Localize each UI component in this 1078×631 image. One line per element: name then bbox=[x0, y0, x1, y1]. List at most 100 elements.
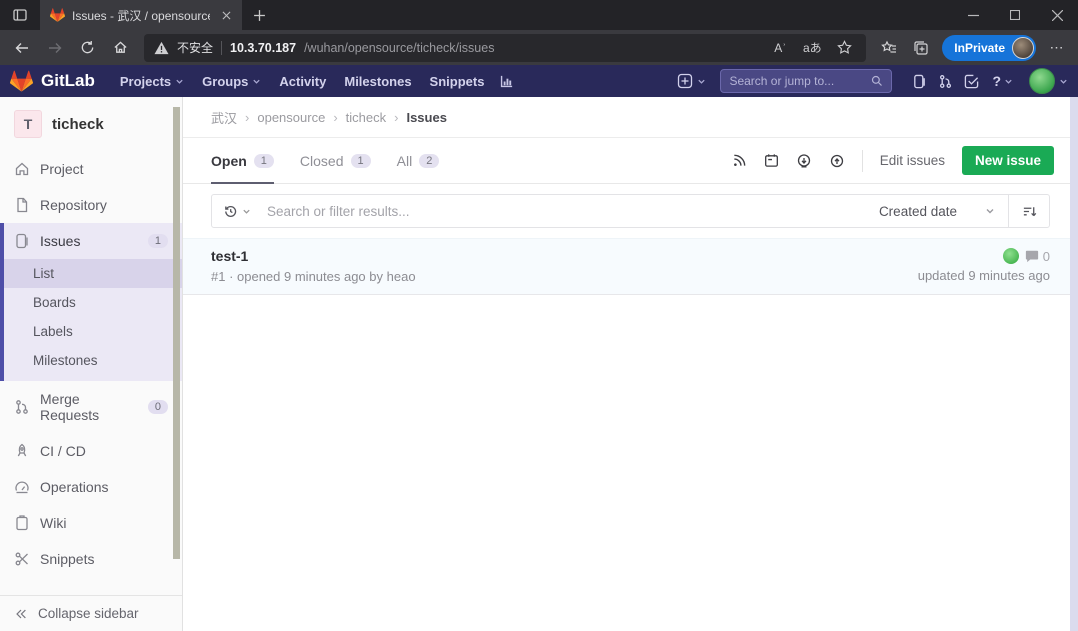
chart-icon[interactable] bbox=[499, 74, 514, 89]
sidebar-subitem-labels[interactable]: Labels bbox=[4, 317, 182, 346]
add-favorite-star-icon[interactable] bbox=[832, 36, 856, 60]
sidebar-scrollbar[interactable] bbox=[173, 107, 180, 559]
issues-count-badge: 1 bbox=[148, 234, 168, 248]
sidebar-item-project[interactable]: Project bbox=[0, 151, 182, 187]
window-controls bbox=[952, 0, 1078, 30]
sort-controls: Created date bbox=[866, 195, 1049, 227]
navbar-merge-requests-icon[interactable] bbox=[932, 68, 958, 94]
tab-closed[interactable]: Closed 1 bbox=[300, 138, 371, 183]
address-bar[interactable]: 不安全 10.3.70.187 /wuhan/opensource/tichec… bbox=[144, 34, 866, 62]
export-issues-icon[interactable] bbox=[829, 153, 845, 169]
gauge-icon bbox=[14, 479, 30, 495]
sidebar-item-operations[interactable]: Operations bbox=[0, 469, 182, 505]
nav-milestones[interactable]: Milestones bbox=[335, 65, 420, 97]
breadcrumb-subgroup[interactable]: opensource bbox=[257, 110, 325, 125]
url-divider bbox=[221, 41, 222, 55]
collapse-sidebar-button[interactable]: Collapse sidebar bbox=[0, 595, 182, 631]
global-search-input[interactable] bbox=[729, 74, 871, 88]
nav-milestones-label: Milestones bbox=[344, 74, 411, 89]
tab-open-count: 1 bbox=[254, 154, 274, 168]
new-tab-icon[interactable] bbox=[242, 0, 276, 30]
home-icon[interactable] bbox=[105, 33, 136, 62]
back-icon[interactable] bbox=[6, 33, 37, 62]
navbar-issues-icon[interactable] bbox=[906, 68, 932, 94]
read-aloud-icon[interactable]: Aʾ bbox=[768, 36, 792, 60]
screen: Issues - 武汉 / opensource / tich 不安全 10.3… bbox=[0, 0, 1078, 631]
tab-title: Issues - 武汉 / opensource / tich bbox=[72, 7, 210, 24]
sidebar-subitem-list[interactable]: List bbox=[4, 259, 182, 288]
global-search[interactable] bbox=[720, 69, 892, 93]
browser-toolbar: 不安全 10.3.70.187 /wuhan/opensource/tichec… bbox=[0, 30, 1078, 65]
url-path: /wuhan/opensource/ticheck/issues bbox=[304, 41, 760, 55]
new-menu-button[interactable] bbox=[677, 73, 706, 89]
rocket-icon bbox=[14, 443, 30, 459]
close-window-icon[interactable] bbox=[1036, 0, 1078, 30]
sort-dropdown[interactable]: Created date bbox=[866, 195, 1008, 227]
sidebar-subitem-milestones[interactable]: Milestones bbox=[4, 346, 182, 375]
translate-icon[interactable]: aあ bbox=[800, 36, 824, 60]
breadcrumb-group[interactable]: 武汉 bbox=[211, 108, 237, 127]
page-scrollbar[interactable] bbox=[1070, 97, 1078, 631]
sidebar-item-repository[interactable]: Repository bbox=[0, 187, 182, 223]
tab-all[interactable]: All 2 bbox=[397, 138, 440, 183]
calendar-icon[interactable] bbox=[764, 153, 779, 168]
browser-menu-icon[interactable]: ⋯ bbox=[1042, 33, 1072, 62]
maximize-icon[interactable] bbox=[994, 0, 1036, 30]
recent-searches-button[interactable] bbox=[212, 204, 259, 219]
tab-closed-label: Closed bbox=[300, 153, 344, 169]
issue-list-item[interactable]: test-1 #1 · opened 9 minutes ago by heao… bbox=[183, 238, 1078, 295]
mr-count-badge: 0 bbox=[148, 400, 168, 414]
breadcrumb-current: Issues bbox=[406, 110, 446, 125]
favorites-icon[interactable] bbox=[874, 33, 904, 62]
minimize-icon[interactable] bbox=[952, 0, 994, 30]
nav-projects[interactable]: Projects bbox=[111, 65, 193, 97]
collapse-sidebar-label: Collapse sidebar bbox=[38, 606, 139, 621]
user-menu[interactable] bbox=[1029, 68, 1068, 94]
sidebar-subitem-boards[interactable]: Boards bbox=[4, 288, 182, 317]
new-issue-button[interactable]: New issue bbox=[962, 146, 1054, 175]
sidebar-item-wiki[interactable]: Wiki bbox=[0, 505, 182, 541]
nav-activity-label: Activity bbox=[279, 74, 326, 89]
breadcrumb-project[interactable]: ticheck bbox=[346, 110, 386, 125]
browser-tab[interactable]: Issues - 武汉 / opensource / tich bbox=[40, 0, 242, 30]
issue-meta: #1 · opened 9 minutes ago by bbox=[211, 269, 383, 284]
refresh-icon[interactable] bbox=[72, 33, 103, 62]
toolbar-divider bbox=[862, 150, 863, 172]
import-issues-icon[interactable] bbox=[796, 153, 812, 169]
sidebar-item-issues[interactable]: Issues 1 bbox=[4, 223, 182, 259]
collections-icon[interactable] bbox=[906, 33, 936, 62]
nav-groups[interactable]: Groups bbox=[193, 65, 270, 97]
issues-icon bbox=[14, 233, 30, 249]
filter-search-input[interactable] bbox=[259, 204, 866, 219]
sidebar-item-snippets[interactable]: Snippets bbox=[0, 541, 182, 577]
tab-close-icon[interactable] bbox=[217, 6, 235, 24]
sidebar-item-label: Operations bbox=[40, 479, 108, 495]
assignee-avatar[interactable] bbox=[1003, 248, 1019, 264]
help-menu[interactable]: ? bbox=[992, 73, 1013, 89]
issue-comments[interactable]: 0 bbox=[1025, 249, 1050, 264]
inprivate-badge[interactable]: InPrivate bbox=[942, 35, 1036, 61]
issue-title[interactable]: test-1 bbox=[211, 248, 918, 264]
sidebar-item-merge-requests[interactable]: Merge Requests 0 bbox=[0, 381, 182, 433]
security-warning-icon[interactable] bbox=[154, 41, 169, 55]
nav-snippets[interactable]: Snippets bbox=[421, 65, 494, 97]
project-context[interactable]: T ticheck bbox=[0, 97, 182, 151]
tab-closed-count: 1 bbox=[351, 154, 371, 168]
nav-activity[interactable]: Activity bbox=[270, 65, 335, 97]
navbar-todos-icon[interactable] bbox=[958, 68, 984, 94]
issues-state-tabs: Open 1 Closed 1 All 2 bbox=[183, 138, 1078, 184]
tab-open[interactable]: Open 1 bbox=[211, 138, 274, 183]
tab-open-label: Open bbox=[211, 153, 247, 169]
tab-actions-icon[interactable] bbox=[0, 0, 40, 30]
help-icon: ? bbox=[992, 73, 1001, 89]
issue-author[interactable]: heao bbox=[387, 269, 416, 284]
issues-filter-bar: Created date bbox=[211, 194, 1050, 228]
document-icon bbox=[14, 197, 30, 213]
edit-issues-button[interactable]: Edit issues bbox=[880, 153, 945, 168]
sidebar-item-cicd[interactable]: CI / CD bbox=[0, 433, 182, 469]
sort-direction-icon[interactable] bbox=[1009, 195, 1049, 227]
gitlab-brand[interactable]: GitLab bbox=[41, 71, 95, 91]
gitlab-logo-icon[interactable] bbox=[10, 70, 33, 92]
forward-icon[interactable] bbox=[39, 33, 70, 62]
rss-feed-icon[interactable] bbox=[732, 153, 747, 168]
